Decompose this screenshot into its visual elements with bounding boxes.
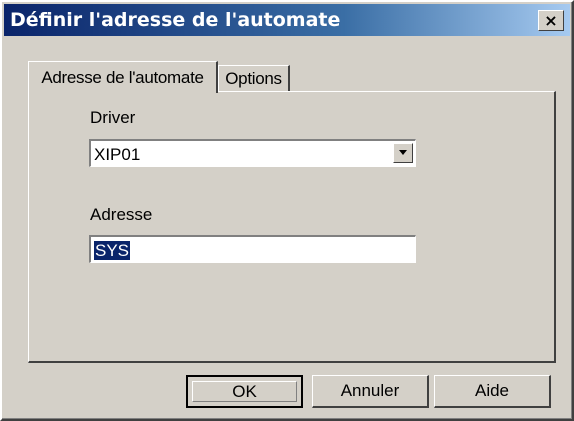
tab-adresse-automate[interactable]: Adresse de l'automate xyxy=(28,61,218,93)
driver-label: Driver xyxy=(90,108,136,127)
tab-label: Options xyxy=(225,69,282,88)
address-value-wrap: SYS xyxy=(94,241,131,261)
address-field[interactable]: SYS xyxy=(89,235,416,263)
address-value: SYS xyxy=(94,241,131,260)
close-icon: × xyxy=(544,10,558,30)
driver-value: XIP01 xyxy=(94,145,141,164)
driver-dropdown-button[interactable] xyxy=(393,143,413,163)
close-button[interactable]: × xyxy=(538,10,564,31)
cancel-button[interactable]: Annuler xyxy=(312,375,429,408)
ok-label: OK xyxy=(232,381,257,401)
window-title: Définir l'adresse de l'automate xyxy=(10,9,341,31)
chevron-down-icon xyxy=(399,150,407,155)
driver-select[interactable]: XIP01 xyxy=(89,139,416,167)
address-label: Adresse xyxy=(90,205,153,224)
tab-options[interactable]: Options xyxy=(218,65,290,92)
ok-button[interactable]: OK xyxy=(186,375,303,408)
tab-panel: Driver XIP01 Adresse SYS xyxy=(28,91,556,363)
dialog-window: Définir l'adresse de l'automate × Adress… xyxy=(0,0,574,421)
cancel-label: Annuler xyxy=(340,381,400,400)
help-button[interactable]: Aide xyxy=(434,375,551,408)
tab-label: Adresse de l'automate xyxy=(41,67,204,87)
help-label: Aide xyxy=(474,381,510,400)
title-bar[interactable]: Définir l'adresse de l'automate × xyxy=(4,4,570,36)
